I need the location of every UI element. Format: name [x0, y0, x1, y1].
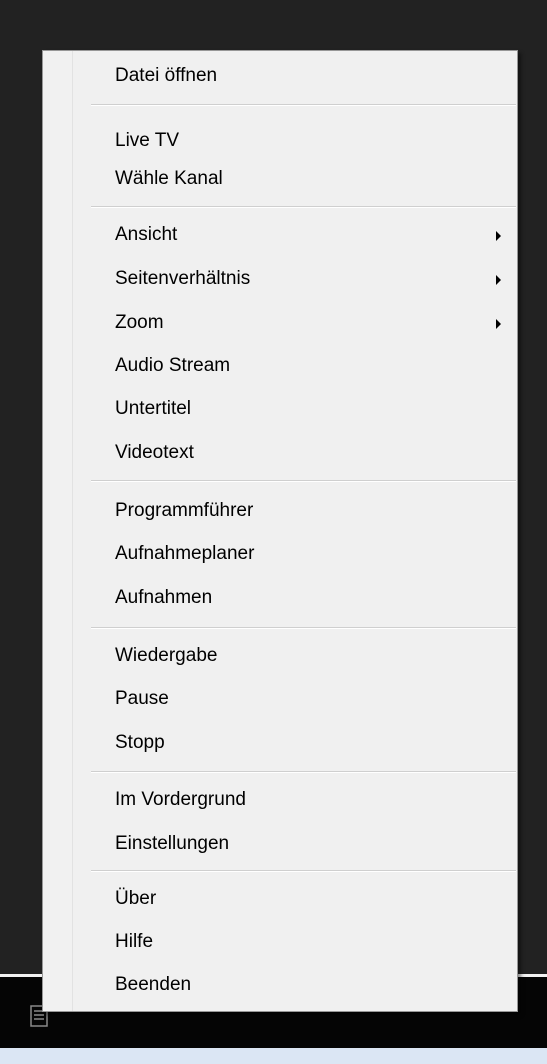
menu-item-seitenverhaeltnis[interactable]: Seitenverhältnis: [45, 257, 515, 301]
menu-item-datei-oeffnen[interactable]: Datei öffnen: [45, 54, 515, 98]
menu-separator: [91, 771, 516, 773]
menu-item-waehle-kanal[interactable]: Wähle Kanal: [45, 157, 515, 201]
menu-item-label: Aufnahmen: [115, 587, 213, 608]
submenu-arrow-icon: [496, 231, 501, 241]
menu-item-stopp[interactable]: Stopp: [45, 721, 515, 765]
menu-item-zoom[interactable]: Zoom: [45, 301, 515, 345]
menu-item-untertitel[interactable]: Untertitel: [45, 387, 515, 431]
menu-item-label: Im Vordergrund: [115, 789, 246, 810]
menu-separator: [91, 870, 516, 872]
menu-item-label: Seitenverhältnis: [115, 268, 251, 289]
menu-separator: [91, 206, 516, 208]
menu-item-label: Audio Stream: [115, 355, 231, 376]
submenu-arrow-icon: [496, 319, 501, 329]
menu-item-label: Beenden: [115, 974, 192, 995]
menu-item-label: Live TV: [115, 130, 180, 151]
menu-item-label: Ansicht: [115, 224, 178, 245]
menu-item-label: Programmführer: [115, 500, 254, 521]
context-menu: Datei öffnen Live TV Wähle Kanal Ansicht…: [42, 50, 518, 1012]
menu-item-pause[interactable]: Pause: [45, 677, 515, 721]
submenu-arrow-icon: [496, 275, 501, 285]
menu-item-label: Zoom: [115, 312, 164, 333]
menu-item-label: Hilfe: [115, 931, 154, 952]
menu-item-aufnahmeplaner[interactable]: Aufnahmeplaner: [45, 532, 515, 576]
bottom-strip: [0, 1048, 547, 1064]
menu-separator: [91, 480, 516, 482]
menu-separator: [91, 104, 516, 106]
menu-item-label: Wiedergabe: [115, 645, 218, 666]
menu-item-audio-stream[interactable]: Audio Stream: [45, 344, 515, 388]
menu-item-ansicht[interactable]: Ansicht: [45, 213, 515, 257]
menu-item-label: Einstellungen: [115, 833, 230, 854]
menu-item-label: Stopp: [115, 732, 165, 753]
menu-item-hilfe[interactable]: Hilfe: [45, 920, 515, 964]
menu-item-label: Aufnahmeplaner: [115, 543, 255, 564]
menu-item-label: Wähle Kanal: [115, 168, 223, 189]
menu-separator: [91, 627, 516, 629]
menu-item-label: Pause: [115, 688, 169, 709]
menu-item-videotext[interactable]: Videotext: [45, 431, 515, 475]
menu-item-label: Datei öffnen: [115, 65, 218, 86]
menu-item-label: Über: [115, 888, 157, 909]
menu-item-wiedergabe[interactable]: Wiedergabe: [45, 634, 515, 678]
menu-item-programmfuehrer[interactable]: Programmführer: [45, 489, 515, 533]
menu-item-einstellungen[interactable]: Einstellungen: [45, 822, 515, 866]
menu-item-label: Untertitel: [115, 398, 192, 419]
menu-item-ueber[interactable]: Über: [45, 877, 515, 921]
menu-item-beenden[interactable]: Beenden: [45, 963, 515, 1007]
menu-item-label: Videotext: [115, 442, 194, 463]
menu-item-im-vordergrund[interactable]: Im Vordergrund: [45, 778, 515, 822]
menu-item-aufnahmen[interactable]: Aufnahmen: [45, 576, 515, 620]
